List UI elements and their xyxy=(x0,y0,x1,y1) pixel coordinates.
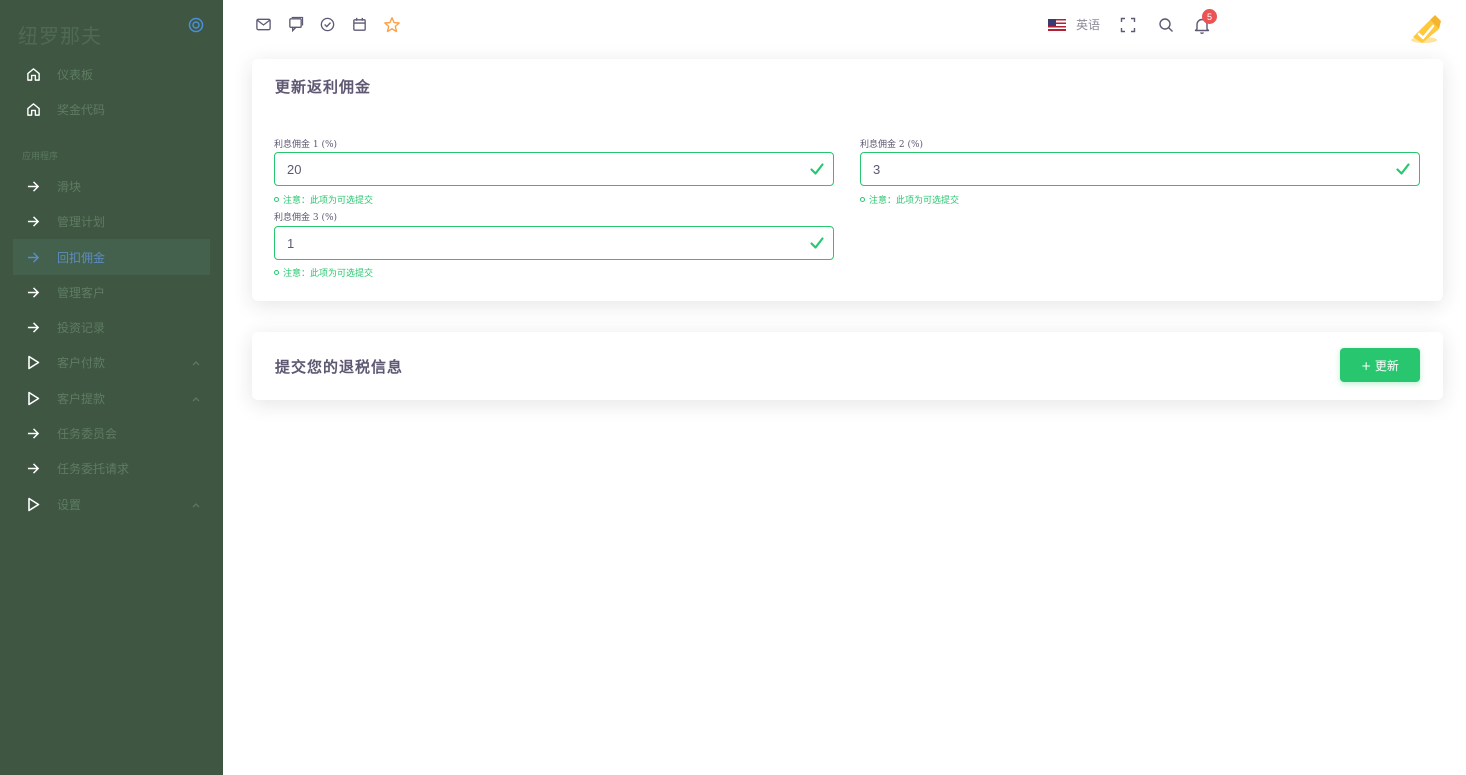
tax-refund-card: 提交您的退税信息 + 更新 xyxy=(252,332,1443,400)
optional-note: 注意：此项为可选提交 xyxy=(274,266,373,279)
play-icon xyxy=(23,391,43,406)
calendar-icon[interactable] xyxy=(350,15,369,34)
sidebar-toggle-icon[interactable] xyxy=(186,15,206,35)
sidebar: 纽罗那夫 仪表板 奖金代码 应用程序 滑块 管理计划 回扣佣金 管理客户 投资记… xyxy=(0,0,223,775)
sidebar-item-customer-payments[interactable]: 客户付款 xyxy=(13,344,210,380)
sidebar-item-dashboard[interactable]: 仪表板 xyxy=(13,56,210,92)
arrow-right-icon xyxy=(23,286,43,299)
sidebar-item-manage-plans[interactable]: 管理计划 xyxy=(13,203,210,239)
play-icon xyxy=(23,497,43,512)
card-title: 提交您的退税信息 xyxy=(275,358,404,376)
sidebar-item-label: 仪表板 xyxy=(57,67,94,82)
note-text: 注意：此项为可选提交 xyxy=(283,196,374,206)
sidebar-item-label: 管理客户 xyxy=(57,285,106,300)
section-label: 应用程序 xyxy=(22,152,59,162)
arrow-right-icon xyxy=(23,180,43,193)
field-label-commission-3: 利息佣金 3 (%) xyxy=(274,213,338,223)
arrow-right-icon xyxy=(23,215,43,228)
rebate-commission-card: 更新返利佣金 利息佣金 1 (%) 20 注意：此项为可选提交 利息佣金 2 (… xyxy=(252,59,1443,301)
topbar-shortcuts xyxy=(254,15,401,34)
star-icon[interactable] xyxy=(382,15,401,34)
home-icon xyxy=(23,67,43,82)
language-label: 英语 xyxy=(1076,18,1101,32)
sidebar-item-label: 回扣佣金 xyxy=(57,250,106,265)
sidebar-item-manage-customers[interactable]: 管理客户 xyxy=(13,274,210,310)
chevron-up-icon xyxy=(192,391,200,405)
sidebar-item-label: 管理计划 xyxy=(57,214,106,229)
input-value: 1 xyxy=(287,235,295,251)
notification-badge: 5 xyxy=(1202,9,1217,24)
sidebar-item-label: 滑块 xyxy=(57,179,82,194)
optional-note: 注意：此项为可选提交 xyxy=(274,193,373,206)
play-icon xyxy=(23,355,43,370)
field-label-commission-1: 利息佣金 1 (%) xyxy=(274,140,338,150)
sidebar-item-label: 任务委员会 xyxy=(57,426,118,441)
sidebar-item-label: 设置 xyxy=(57,497,82,512)
check-circle-icon[interactable] xyxy=(318,15,337,34)
arrow-right-icon xyxy=(23,427,43,440)
commission-1-input[interactable]: 20 xyxy=(274,152,834,186)
note-text: 注意：此项为可选提交 xyxy=(283,269,374,279)
circle-icon xyxy=(274,197,279,202)
us-flag-icon xyxy=(1048,18,1066,31)
home-icon xyxy=(23,102,43,117)
chevron-up-icon xyxy=(192,355,200,369)
sidebar-item-rebate-commission[interactable]: 回扣佣金 xyxy=(13,239,210,275)
sidebar-item-slider[interactable]: 滑块 xyxy=(13,168,210,204)
sidebar-item-label: 投资记录 xyxy=(57,320,106,335)
field-label-commission-2: 利息佣金 2 (%) xyxy=(860,140,924,150)
check-icon xyxy=(1395,161,1411,180)
input-value: 20 xyxy=(287,161,302,177)
note-text: 注意：此项为可选提交 xyxy=(869,196,960,206)
user-avatar-icon[interactable] xyxy=(1408,10,1444,50)
arrow-right-icon xyxy=(23,462,43,475)
check-icon xyxy=(809,161,825,180)
sidebar-item-label: 客户提款 xyxy=(57,391,106,406)
chat-icon[interactable] xyxy=(286,15,305,34)
card-title: 更新返利佣金 xyxy=(275,78,372,96)
arrow-right-icon xyxy=(23,251,43,264)
sidebar-item-task-committee[interactable]: 任务委员会 xyxy=(13,415,210,451)
optional-note: 注意：此项为可选提交 xyxy=(860,193,959,206)
sidebar-item-label: 任务委托请求 xyxy=(57,461,130,476)
commission-2-input[interactable]: 3 xyxy=(860,152,1420,186)
brand-name[interactable]: 纽罗那夫 xyxy=(18,20,102,49)
sidebar-item-task-requests[interactable]: 任务委托请求 xyxy=(13,450,210,486)
sidebar-item-investment-records[interactable]: 投资记录 xyxy=(13,309,210,345)
sidebar-item-settings[interactable]: 设置 xyxy=(13,486,210,522)
check-icon xyxy=(809,235,825,254)
commission-3-input[interactable]: 1 xyxy=(274,226,834,260)
sidebar-item-bonus-code[interactable]: 奖金代码 xyxy=(13,91,210,127)
sidebar-item-label: 客户付款 xyxy=(57,355,106,370)
chevron-up-icon xyxy=(192,497,200,511)
mail-icon[interactable] xyxy=(254,15,273,34)
language-selector[interactable]: 英语 xyxy=(1048,16,1100,33)
sidebar-item-label: 奖金代码 xyxy=(57,102,106,117)
arrow-right-icon xyxy=(23,321,43,334)
sidebar-item-customer-withdrawals[interactable]: 客户提款 xyxy=(13,380,210,416)
search-icon[interactable] xyxy=(1156,15,1176,35)
circle-icon xyxy=(274,270,279,275)
fullscreen-icon[interactable] xyxy=(1118,15,1138,35)
input-value: 3 xyxy=(873,161,881,177)
update-button[interactable]: + 更新 xyxy=(1340,348,1420,382)
circle-icon xyxy=(860,197,865,202)
